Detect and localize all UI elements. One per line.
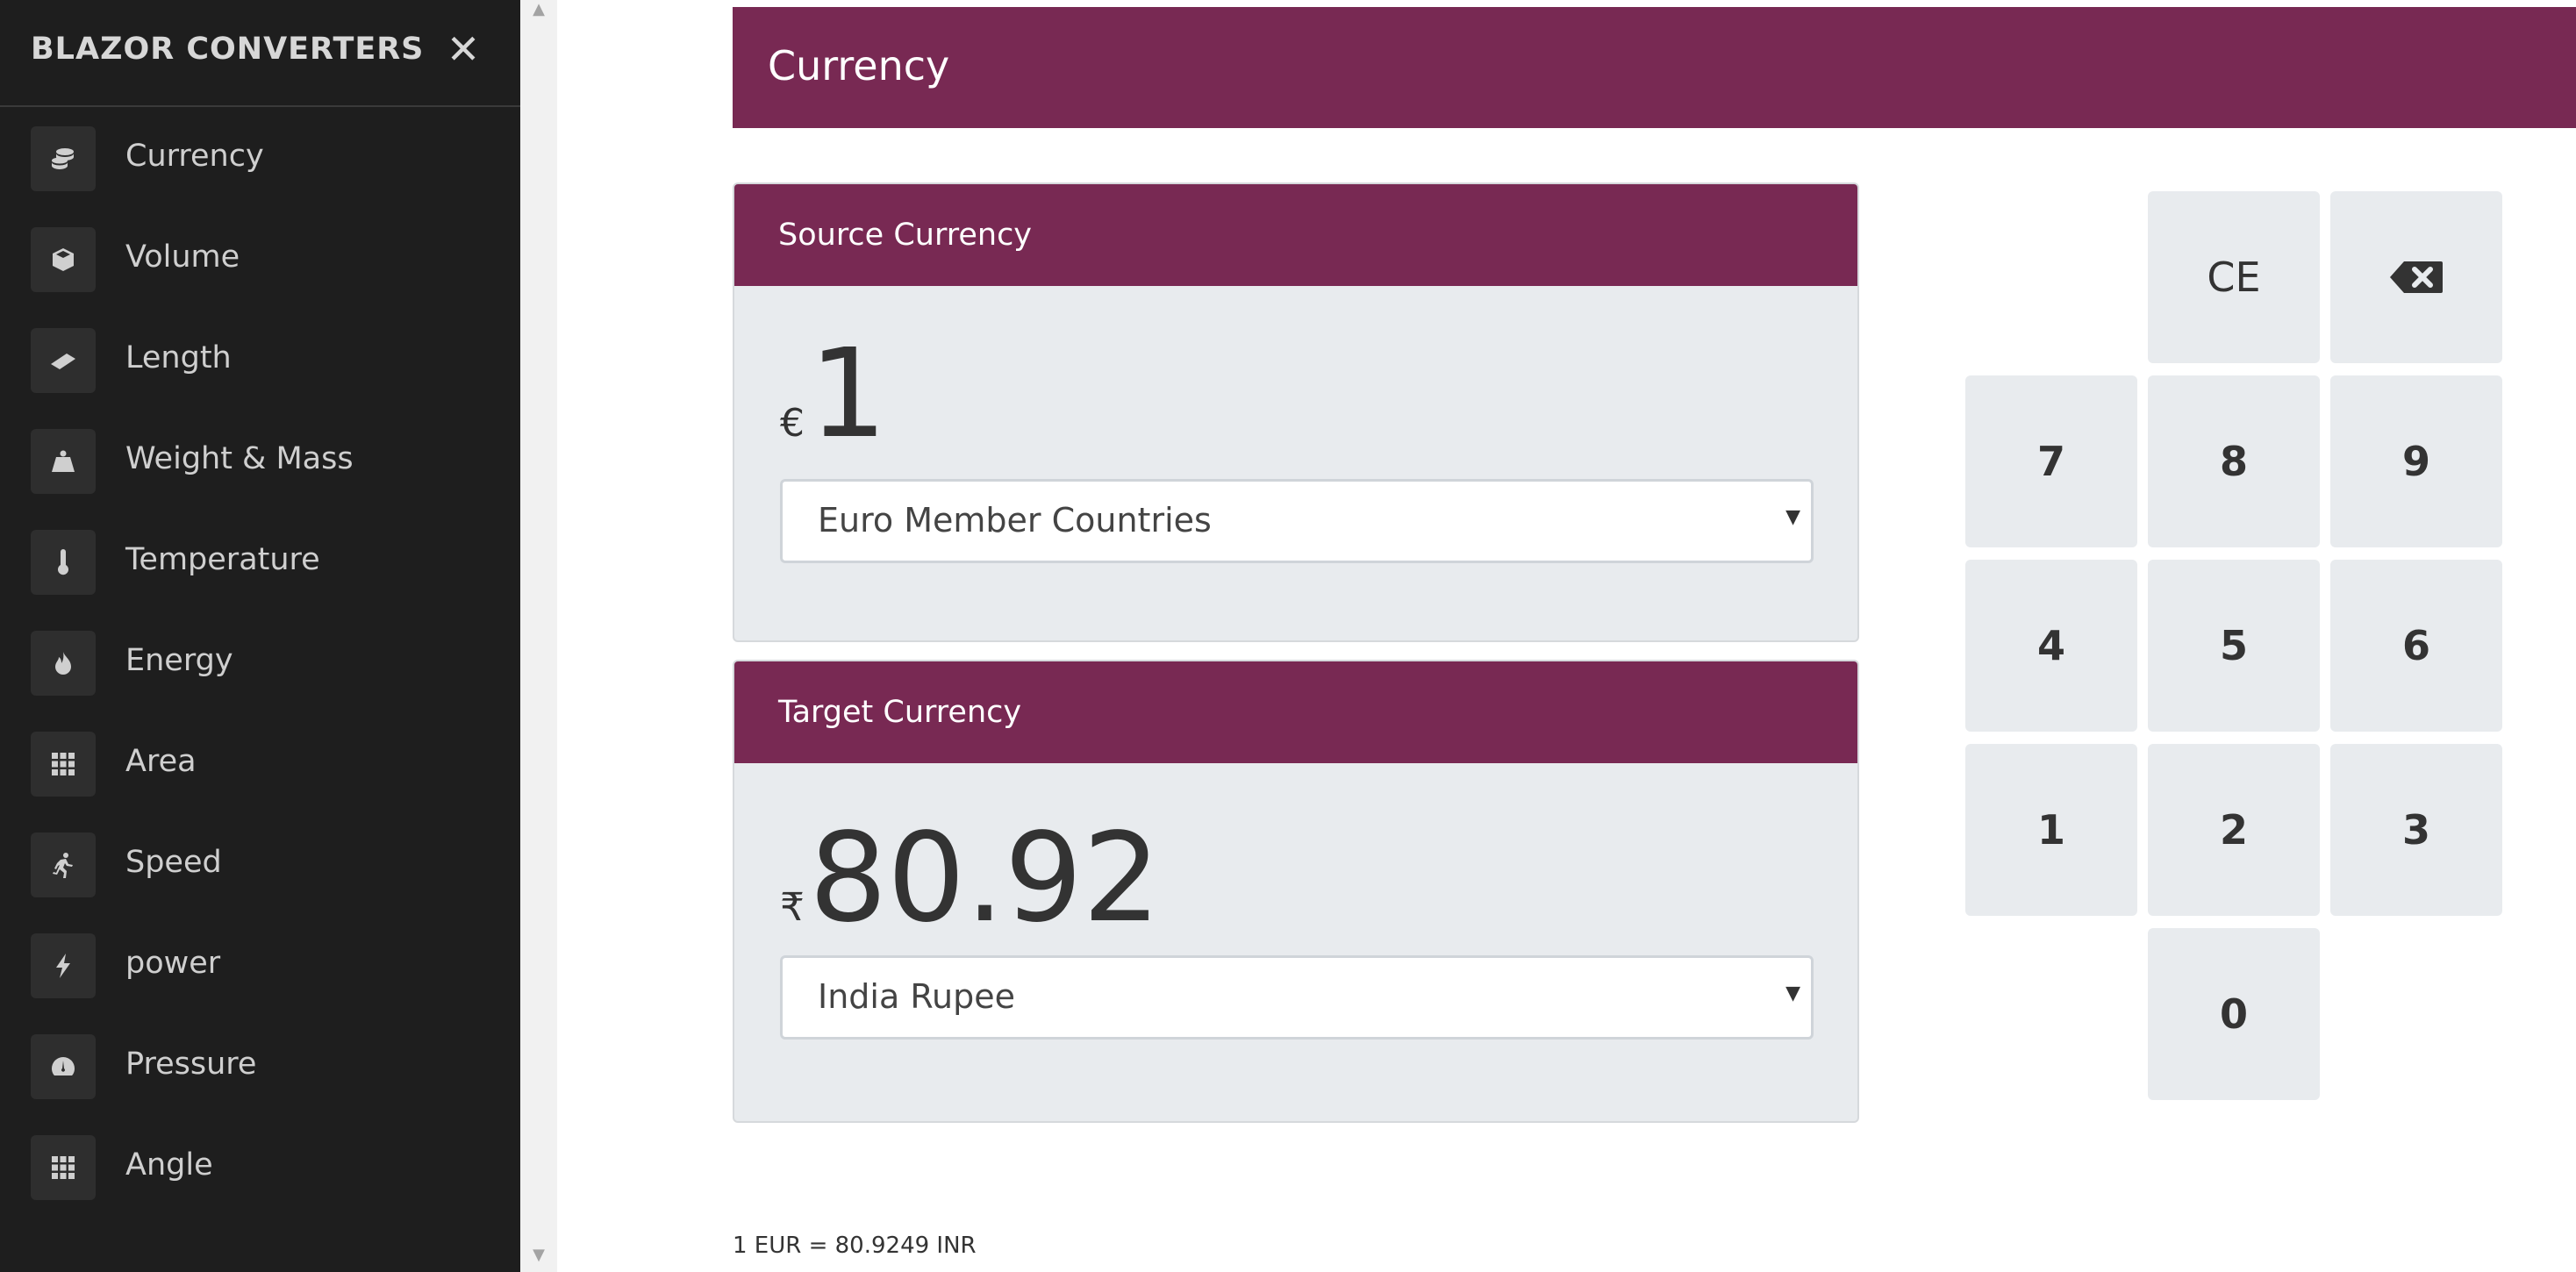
sidebar-item-power[interactable]: power — [0, 912, 520, 1013]
sidebar-item-label: Length — [125, 340, 232, 375]
sidebar-brand: BLAZOR CONVERTERS ✕ — [0, 0, 520, 107]
sidebar-item-length[interactable]: Length — [0, 307, 520, 408]
flame-icon — [31, 631, 96, 696]
grid-icon — [31, 732, 96, 797]
sidebar: BLAZOR CONVERTERS ✕ Currency Volume Leng… — [0, 0, 520, 1272]
close-icon[interactable]: ✕ — [439, 25, 488, 74]
sidebar-item-label: Weight & Mass — [125, 441, 354, 476]
target-currency-select[interactable]: India Rupee ▼ — [780, 955, 1814, 1040]
source-currency-select[interactable]: Euro Member Countries ▼ — [780, 479, 1814, 563]
card-title: Target Currency — [778, 695, 1022, 730]
key-4[interactable]: 4 — [1965, 560, 2137, 732]
sidebar-item-label: Speed — [125, 845, 222, 880]
sidebar-item-temperature[interactable]: Temperature — [0, 509, 520, 610]
sidebar-item-currency[interactable]: Currency — [0, 105, 520, 206]
caret-down-icon: ▼ — [1785, 506, 1800, 528]
key-3[interactable]: 3 — [2330, 744, 2502, 916]
content-gutter — [557, 0, 733, 1272]
key-8[interactable]: 8 — [2148, 375, 2320, 547]
key-0[interactable]: 0 — [2148, 928, 2320, 1100]
ruler-icon — [31, 328, 96, 393]
running-icon — [31, 833, 96, 897]
page-header: Currency — [733, 7, 2576, 128]
currency-symbol: € — [780, 401, 805, 446]
currency-symbol: ₹ — [780, 885, 805, 930]
key-9[interactable]: 9 — [2330, 375, 2502, 547]
target-amount: 80.92 — [809, 807, 1161, 950]
source-currency-card: Source Currency € 1 Euro Member Countrie… — [733, 182, 1859, 642]
sidebar-item-area[interactable]: Area — [0, 711, 520, 811]
sidebar-item-volume[interactable]: Volume — [0, 206, 520, 307]
coins-icon — [31, 126, 96, 191]
card-header: Source Currency — [734, 184, 1857, 286]
target-currency-card: Target Currency ₹ 80.92 India Rupee ▼ — [733, 660, 1859, 1123]
sidebar-item-angle[interactable]: Angle — [0, 1114, 520, 1215]
sidebar-item-label: power — [125, 946, 221, 981]
thermometer-icon — [31, 530, 96, 595]
cube-icon — [31, 227, 96, 292]
backspace-button[interactable] — [2330, 191, 2502, 363]
backspace-icon — [2390, 261, 2443, 293]
bolt-icon — [31, 933, 96, 998]
source-amount-row: € 1 — [780, 333, 887, 456]
source-amount: 1 — [809, 323, 888, 466]
key-2[interactable]: 2 — [2148, 744, 2320, 916]
weight-icon — [31, 429, 96, 494]
key-1[interactable]: 1 — [1965, 744, 2137, 916]
key-5[interactable]: 5 — [2148, 560, 2320, 732]
scrollbar[interactable]: ▲ ▼ — [520, 0, 557, 1272]
sidebar-nav: Currency Volume Length Weight & Mass Tem… — [0, 105, 520, 1215]
select-value: India Rupee — [818, 977, 1015, 1016]
clear-entry-button[interactable]: CE — [2148, 191, 2320, 363]
sidebar-item-label: Temperature — [125, 542, 320, 577]
sidebar-item-pressure[interactable]: Pressure — [0, 1013, 520, 1114]
key-7[interactable]: 7 — [1965, 375, 2137, 547]
sidebar-item-label: Angle — [125, 1147, 213, 1183]
gauge-icon — [31, 1034, 96, 1099]
caret-down-icon: ▼ — [1785, 983, 1800, 1004]
sidebar-item-energy[interactable]: Energy — [0, 610, 520, 711]
page-title: Currency — [768, 42, 950, 89]
sidebar-item-label: Energy — [125, 643, 233, 678]
scroll-up-arrow-icon[interactable]: ▲ — [520, 0, 557, 26]
key-6[interactable]: 6 — [2330, 560, 2502, 732]
exchange-rate-text: 1 EUR = 80.9249 INR — [733, 1233, 977, 1259]
sidebar-item-label: Volume — [125, 239, 240, 275]
sidebar-item-label: Currency — [125, 139, 264, 174]
sidebar-item-speed[interactable]: Speed — [0, 811, 520, 912]
card-header: Target Currency — [734, 661, 1857, 763]
brand-title: BLAZOR CONVERTERS — [31, 32, 425, 67]
scroll-down-arrow-icon[interactable]: ▼ — [520, 1246, 557, 1272]
target-amount-row: ₹ 80.92 — [780, 818, 1161, 940]
sidebar-item-label: Pressure — [125, 1047, 257, 1082]
card-title: Source Currency — [778, 218, 1033, 253]
grid-icon — [31, 1135, 96, 1200]
sidebar-item-weight[interactable]: Weight & Mass — [0, 408, 520, 509]
select-value: Euro Member Countries — [818, 501, 1212, 540]
sidebar-item-label: Area — [125, 744, 197, 779]
